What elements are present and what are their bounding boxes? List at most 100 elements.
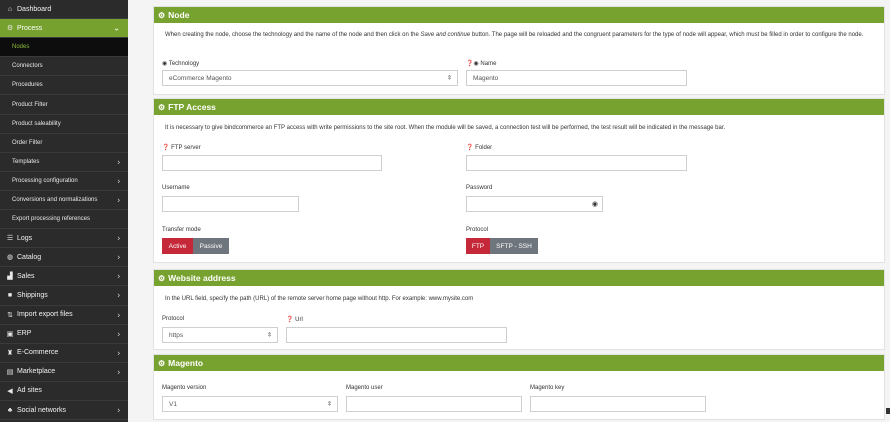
sidebar-item-label: Dashboard <box>17 5 52 13</box>
panel-description: When creating the node, choose the techn… <box>165 32 864 38</box>
url-label: ❓ Url <box>286 317 303 323</box>
magento-key-label: Magento key <box>530 385 565 391</box>
sidebar-item-label: Order Filter <box>12 139 43 146</box>
magento-key-input[interactable] <box>530 396 706 412</box>
eye-icon[interactable]: ◉ <box>592 200 598 208</box>
sidebar-item-shippings[interactable]: ■ Shippings › <box>0 286 128 306</box>
sidebar-item-connectors[interactable]: Connectors <box>0 57 128 77</box>
ftp-server-input[interactable] <box>162 155 382 171</box>
password-input[interactable]: ◉ <box>466 196 603 212</box>
sidebar-item-erp[interactable]: ▣ ERP › <box>0 325 128 344</box>
sidebar-item-templates[interactable]: Templates › <box>0 152 128 172</box>
panel-description: It is necessary to give bindcommerce an … <box>165 125 726 131</box>
logs-icon: ☰ <box>6 235 14 243</box>
panel-header: ⚙ Magento <box>154 355 884 371</box>
name-label: ❓◉ Name <box>466 61 497 67</box>
info-icon: ❓ <box>286 317 294 323</box>
chevron-right-icon: › <box>117 348 120 358</box>
sidebar-item-label: Social networks <box>17 406 67 414</box>
sidebar-item-social-networks[interactable]: ♣ Social networks › <box>0 401 128 421</box>
technology-label: ◉ Technology <box>162 61 200 67</box>
sidebar-item-order-filter[interactable]: Order Filter <box>0 133 128 153</box>
magento-panel: ⚙ Magento Magento version V1 ⇕ Magento u… <box>153 354 885 420</box>
folder-label: ❓ Folder <box>466 145 493 151</box>
password-label: Password <box>466 185 493 191</box>
sidebar-item-label: Marketplace <box>17 368 56 376</box>
gear-icon: ⚙ <box>158 102 166 112</box>
info-icon: ❓ <box>162 145 170 151</box>
sidebar-item-procedures[interactable]: Procedures <box>0 76 128 96</box>
scrollbar-thumb[interactable] <box>886 408 890 414</box>
chevron-right-icon: › <box>117 405 120 415</box>
chevron-right-icon: › <box>117 367 120 377</box>
sidebar-item-label: Procedures <box>12 82 43 89</box>
sidebar-item-label: Processing configuration <box>12 177 78 184</box>
sidebar-item-logs[interactable]: ☰ Logs › <box>0 229 128 249</box>
gear-icon: ⚙ <box>158 273 166 283</box>
transfer-mode-label: Transfer mode <box>162 227 201 233</box>
catalog-icon: ◍ <box>6 254 14 262</box>
gear-icon: ⚙ <box>158 10 166 20</box>
sidebar-item-process[interactable]: ⚙ Process ⌄ <box>0 19 128 39</box>
panel-header: ⚙ Website address <box>154 270 884 286</box>
sidebar-item-marketplace[interactable]: ▤ Marketplace › <box>0 363 128 382</box>
sidebar-item-label: Process <box>17 24 43 32</box>
magento-user-input[interactable] <box>346 396 522 412</box>
sidebar-item-ad-sites[interactable]: ◀ Ad sites <box>0 382 128 401</box>
username-input[interactable] <box>162 196 299 212</box>
sidebar: ⌂ Dashboard ⚙ Process ⌄ Nodes Connectors Proced… <box>0 0 128 422</box>
url-input[interactable] <box>286 327 507 343</box>
protocol-select[interactable]: https ⇕ <box>162 327 278 343</box>
sidebar-item-e-commerce[interactable]: ♜ E-Commerce › <box>0 344 128 363</box>
transfer-active-button[interactable]: Active <box>162 238 193 254</box>
sidebar-item-export-processing-references[interactable]: Export processing references <box>0 210 128 230</box>
sidebar-item-nodes[interactable]: Nodes <box>0 38 128 58</box>
sidebar-item-product-filter[interactable]: Product Filter <box>0 95 128 115</box>
ftp-panel: ⚙ FTP Access It is necessary to give bin… <box>153 98 885 263</box>
sidebar-item-label: Shippings <box>17 291 48 299</box>
panel-header: ⚙ FTP Access <box>154 99 884 115</box>
sidebar-item-sales[interactable]: ▟ Sales › <box>0 267 128 287</box>
import-export-icon: ⇅ <box>7 311 13 319</box>
protocol-label: Protocol <box>162 316 185 322</box>
sidebar-item-product-saleability[interactable]: Product saleability <box>0 114 128 134</box>
sidebar-item-dashboard[interactable]: ⌂ Dashboard <box>0 0 128 20</box>
share-icon: ♣ <box>7 406 13 414</box>
chevron-down-icon: ⌄ <box>113 23 120 33</box>
sales-icon: ▟ <box>7 273 13 281</box>
megaphone-icon: ◀ <box>7 387 13 395</box>
chevron-right-icon: › <box>117 157 120 167</box>
sidebar-item-label: Import export files <box>17 311 73 319</box>
username-label: Username <box>162 185 190 191</box>
sidebar-item-import-export-files[interactable]: ⇅ Import export files › <box>0 306 128 325</box>
folder-input[interactable] <box>466 155 687 171</box>
sidebar-item-conversions-and-normalizations[interactable]: Conversions and normalizations › <box>0 190 128 211</box>
sidebar-item-label: Logs <box>17 234 33 242</box>
sidebar-item-label: Connectors <box>12 63 43 70</box>
sidebar-item-label: Product Filter <box>12 101 48 108</box>
ftp-server-label: ❓ FTP server <box>162 145 201 151</box>
panel-title: Magento <box>168 358 204 368</box>
magento-user-label: Magento user <box>346 385 383 391</box>
chevron-right-icon: › <box>117 310 120 320</box>
gear-icon: ⚙ <box>6 25 14 33</box>
sidebar-item-label: Sales <box>17 272 35 280</box>
panel-title: Website address <box>168 273 236 283</box>
sidebar-item-label: Product saleability <box>12 120 61 127</box>
sidebar-item-label: Export processing references <box>12 216 91 223</box>
transfer-passive-button[interactable]: Passive <box>193 238 229 254</box>
sidebar-item-processing-configuration[interactable]: Processing configuration › <box>0 171 128 191</box>
sidebar-item-label: Catalog <box>17 253 42 261</box>
store-icon: ▤ <box>6 368 14 376</box>
main-content: ⚙ Node When creating the node, choose th… <box>128 0 890 422</box>
name-input[interactable]: Magento <box>466 70 687 86</box>
select-arrow-icon: ⇕ <box>446 75 452 82</box>
chevron-right-icon: › <box>117 271 120 281</box>
protocol-ftp-button[interactable]: FTP <box>466 238 490 254</box>
sidebar-item-catalog[interactable]: ◍ Catalog › <box>0 248 128 268</box>
magento-version-select[interactable]: V1 ⇕ <box>162 396 338 412</box>
protocol-sftp-button[interactable]: SFTP - SSH <box>490 238 538 254</box>
panel-header: ⚙ Node <box>154 7 884 23</box>
basket-icon: ♜ <box>6 349 14 357</box>
technology-select[interactable]: eCommerce Magento ⇕ <box>162 70 458 86</box>
